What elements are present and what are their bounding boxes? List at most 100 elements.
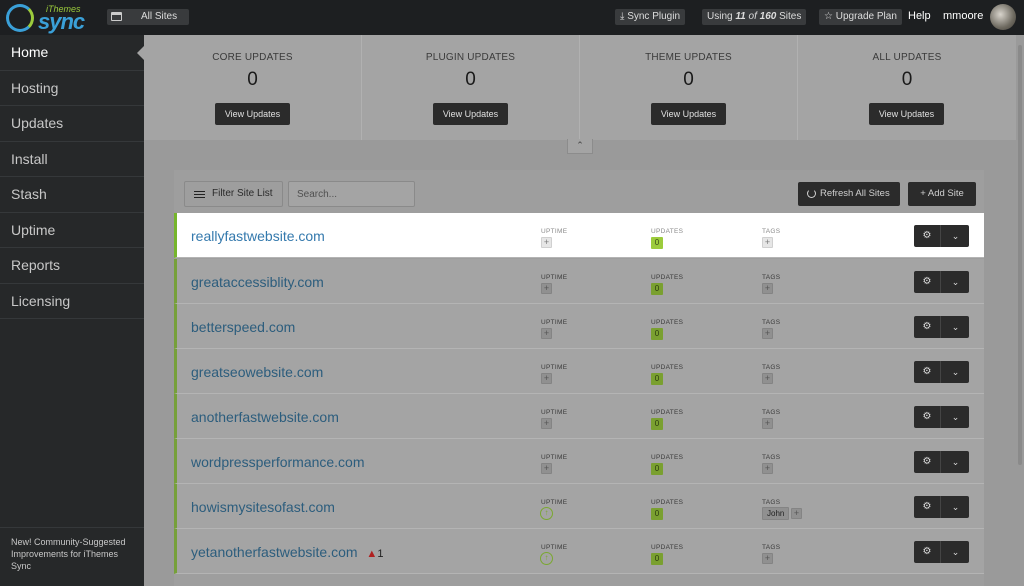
gear-icon[interactable]: ⚙: [914, 541, 941, 563]
sidebar-item-label: Home: [11, 44, 49, 60]
chevron-down-icon[interactable]: ⌄: [942, 225, 969, 247]
site-name-link[interactable]: howismysitesofast.com: [191, 499, 335, 515]
add-tag-button[interactable]: +: [762, 328, 773, 339]
sidebar-item-install[interactable]: Install: [0, 142, 144, 177]
upgrade-plan-button[interactable]: ☆ Upgrade Plan: [819, 9, 902, 25]
warning-icon[interactable]: ▲: [366, 548, 377, 560]
site-name-link[interactable]: anotherfastwebsite.com: [191, 409, 339, 425]
ithemes-sync-logo[interactable]: iThemes sync: [6, 2, 86, 34]
add-uptime-button[interactable]: +: [541, 418, 552, 429]
site-row[interactable]: howismysitesofast.com UPTIME ↑ UPDATES 0…: [174, 484, 984, 529]
updates-count-badge[interactable]: 0: [651, 508, 663, 520]
site-name-link[interactable]: reallyfastwebsite.com: [191, 228, 325, 244]
avatar[interactable]: [990, 4, 1016, 30]
add-tag-button[interactable]: +: [762, 283, 773, 294]
site-row[interactable]: reallyfastwebsite.com UPTIME + UPDATES 0…: [174, 213, 984, 258]
add-site-button[interactable]: + Add Site: [908, 182, 976, 206]
row-actions: ⚙ ⌄: [914, 406, 969, 428]
sidebar-footer-link[interactable]: New! Community-Suggested Improvements fo…: [0, 527, 144, 586]
updates-count-badge[interactable]: 0: [651, 418, 663, 430]
add-tag-button[interactable]: +: [762, 418, 773, 429]
site-row[interactable]: wordpressperformance.com UPTIME + UPDATE…: [174, 439, 984, 484]
updates-label: UPDATES: [651, 364, 684, 371]
add-uptime-button[interactable]: +: [541, 463, 552, 474]
scroll-thumb[interactable]: [1018, 45, 1022, 465]
chevron-down-icon[interactable]: ⌄: [942, 361, 969, 383]
add-uptime-button[interactable]: +: [541, 373, 552, 384]
usage-indicator[interactable]: Using 11 of 160 Sites: [702, 9, 807, 25]
chevron-down-icon[interactable]: ⌄: [942, 541, 969, 563]
tags-label: TAGS: [762, 364, 781, 371]
gear-icon[interactable]: ⚙: [914, 406, 941, 428]
sidebar-item-uptime[interactable]: Uptime: [0, 213, 144, 248]
updates-count-badge[interactable]: 0: [651, 463, 663, 475]
view-plugin-updates-button[interactable]: View Updates: [433, 103, 508, 125]
add-uptime-button[interactable]: +: [541, 237, 552, 248]
sidebar-item-label: Stash: [11, 186, 47, 202]
chevron-down-icon[interactable]: ⌄: [942, 406, 969, 428]
sidebar-item-reports[interactable]: Reports: [0, 248, 144, 284]
page-scrollbar[interactable]: [1016, 35, 1024, 586]
uptime-label: UPTIME: [541, 319, 568, 326]
sidebar-item-hosting[interactable]: Hosting: [0, 71, 144, 106]
collapse-stats-button[interactable]: ⌃: [567, 139, 593, 154]
add-uptime-button[interactable]: +: [541, 283, 552, 294]
add-tag-button[interactable]: +: [762, 463, 773, 474]
sidebar-item-label: Install: [11, 150, 48, 167]
chevron-down-icon[interactable]: ⌄: [942, 496, 969, 518]
uptime-label: UPTIME: [541, 228, 568, 235]
gear-icon[interactable]: ⚙: [914, 225, 941, 247]
updates-count-badge[interactable]: 0: [651, 373, 663, 385]
all-sites-button[interactable]: All Sites: [107, 9, 189, 25]
site-name-link[interactable]: yetanotherfastwebsite.com ▲1: [191, 544, 383, 560]
view-core-updates-button[interactable]: View Updates: [215, 103, 290, 125]
username[interactable]: mmoore: [943, 10, 983, 22]
sidebar-item-licensing[interactable]: Licensing: [0, 284, 144, 319]
chevron-down-icon[interactable]: ⌄: [942, 451, 969, 473]
site-name-link[interactable]: greatseowebsite.com: [191, 364, 323, 380]
gear-icon[interactable]: ⚙: [914, 361, 941, 383]
filter-site-list-button[interactable]: Filter Site List: [184, 181, 283, 207]
site-name-link[interactable]: wordpressperformance.com: [191, 454, 365, 470]
gear-icon[interactable]: ⚙: [914, 496, 941, 518]
site-row[interactable]: yetanotherfastwebsite.com ▲1 UPTIME ↑ UP…: [174, 529, 984, 574]
usage-prefix: Using: [707, 11, 733, 22]
site-row[interactable]: greatseowebsite.com UPTIME + UPDATES 0 T…: [174, 349, 984, 394]
updates-count-badge[interactable]: 0: [651, 328, 663, 340]
gear-icon[interactable]: ⚙: [914, 316, 941, 338]
refresh-all-sites-button[interactable]: Refresh All Sites: [798, 182, 900, 206]
sidebar-item-home[interactable]: Home: [0, 35, 144, 71]
gear-icon[interactable]: ⚙: [914, 271, 941, 293]
uptime-up-icon[interactable]: ↑: [540, 507, 553, 520]
chevron-down-icon[interactable]: ⌄: [942, 271, 969, 293]
sidebar-item-label: Uptime: [11, 221, 56, 238]
tags-label: TAGS: [762, 454, 781, 461]
site-row[interactable]: anotherfastwebsite.com UPTIME + UPDATES …: [174, 394, 984, 439]
search-input[interactable]: [288, 181, 415, 207]
add-tag-button[interactable]: +: [762, 373, 773, 384]
add-uptime-button[interactable]: +: [541, 328, 552, 339]
site-name-link[interactable]: betterspeed.com: [191, 319, 295, 335]
sidebar-item-label: Reports: [11, 257, 61, 273]
updates-count-badge[interactable]: 0: [651, 283, 663, 295]
updates-count-badge[interactable]: 0: [651, 553, 663, 565]
sidebar-item-stash[interactable]: Stash: [0, 177, 144, 213]
tag-chip[interactable]: John: [762, 507, 790, 520]
sync-plugin-button[interactable]: ⤓ Sync Plugin: [615, 9, 686, 25]
chevron-down-icon[interactable]: ⌄: [942, 316, 969, 338]
site-row[interactable]: greataccessiblity.com UPTIME + UPDATES 0…: [174, 259, 984, 304]
help-link[interactable]: Help: [908, 10, 931, 22]
uptime-up-icon[interactable]: ↑: [540, 552, 553, 565]
sidebar-item-updates[interactable]: Updates: [0, 106, 144, 142]
view-theme-updates-button[interactable]: View Updates: [651, 103, 726, 125]
site-row[interactable]: betterspeed.com UPTIME + UPDATES 0 TAGS …: [174, 304, 984, 349]
uptime-label: UPTIME: [541, 454, 568, 461]
add-tag-button[interactable]: +: [762, 237, 773, 248]
gear-icon[interactable]: ⚙: [914, 451, 941, 473]
add-tag-button[interactable]: +: [791, 508, 802, 519]
updates-count-badge[interactable]: 0: [651, 237, 663, 249]
site-name-link[interactable]: greataccessiblity.com: [191, 274, 324, 290]
logo-circle-icon: [6, 4, 34, 32]
view-all-updates-button[interactable]: View Updates: [869, 103, 944, 125]
add-tag-button[interactable]: +: [762, 553, 773, 564]
